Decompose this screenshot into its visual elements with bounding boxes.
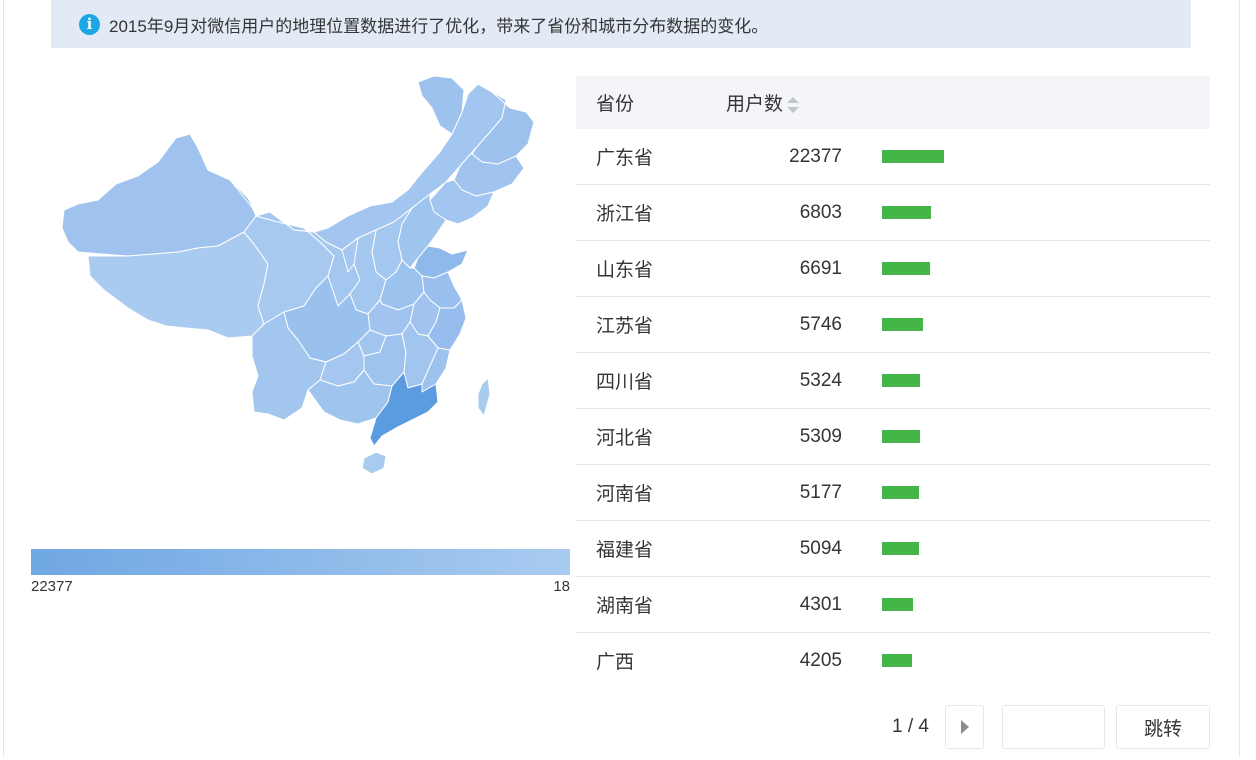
notice-text: 2015年9月对微信用户的地理位置数据进行了优化，带来了省份和城市分布数据的变化…: [109, 16, 769, 36]
table-row: 河南省 5177: [576, 464, 1210, 521]
legend-max-label: 22377: [31, 578, 73, 595]
page-info: 1 / 4: [892, 716, 929, 737]
table-row: 广东省 22377: [576, 129, 1210, 185]
cell-users: 4301: [726, 576, 842, 633]
table-row: 湖南省 4301: [576, 576, 1210, 633]
cell-users: 6803: [726, 184, 842, 241]
user-share-bar: [882, 262, 930, 275]
cell-users: 6691: [726, 240, 842, 297]
cell-bar: [842, 129, 1210, 185]
header-province: 省份: [576, 76, 726, 129]
sort-icon[interactable]: [787, 96, 800, 113]
table-row: 浙江省 6803: [576, 184, 1210, 241]
cell-province: 四川省: [576, 352, 726, 409]
table-row: 河北省 5309: [576, 408, 1210, 465]
cell-bar: [842, 408, 1210, 465]
province-user-table: 省份 用户数 广东省 22377 浙江省 6803 山东省 6691 江苏省 5746 四川省 5…: [576, 76, 1210, 688]
cell-users: 5094: [726, 520, 842, 577]
next-page-button[interactable]: [945, 705, 984, 749]
cell-province: 湖南省: [576, 576, 726, 633]
triangle-right-icon: [960, 720, 969, 734]
legend-min-label: 18: [553, 578, 570, 595]
cell-province: 广西: [596, 652, 635, 673]
user-share-bar: [882, 486, 919, 499]
user-share-bar: [882, 150, 944, 163]
cell-users: 4205: [799, 649, 842, 671]
page-jump-input[interactable]: [1002, 705, 1105, 749]
user-share-bar: [882, 206, 931, 219]
user-share-bar: [882, 654, 912, 667]
map-region-hainan[interactable]: [361, 451, 387, 475]
table-header-row: 省份 用户数: [576, 76, 1210, 129]
cell-bar: [842, 240, 1210, 297]
user-share-bar: [882, 318, 923, 331]
cell-province: 浙江省: [576, 184, 726, 241]
header-bar-column: [842, 76, 1210, 129]
table-row: 四川省 5324: [576, 352, 1210, 409]
cell-province: 山东省: [576, 240, 726, 297]
table-row: 江苏省 5746: [576, 296, 1210, 353]
cell-bar: [842, 633, 1210, 689]
cell-bar: [842, 184, 1210, 241]
cell-users: 5746: [726, 296, 842, 353]
cell-users: 5177: [726, 464, 842, 521]
cell-users: 5324: [726, 352, 842, 409]
table-row: 广西 4205: [576, 633, 1210, 689]
cell-users: 22377: [726, 129, 842, 185]
cell-bar: [842, 464, 1210, 521]
cell-province: 河南省: [576, 464, 726, 521]
info-icon: i: [79, 13, 100, 35]
cell-bar: [842, 352, 1210, 409]
cell-province: 福建省: [576, 520, 726, 577]
user-share-bar: [882, 598, 913, 611]
legend-gradient-bar: [31, 549, 570, 575]
map-region-xinjiang[interactable]: [61, 133, 257, 257]
user-share-bar: [882, 374, 920, 387]
table-row: 福建省 5094: [576, 520, 1210, 577]
jump-button[interactable]: 跳转: [1116, 705, 1210, 749]
cell-bar: [842, 576, 1210, 633]
user-share-bar: [882, 430, 920, 443]
cell-province: 河北省: [576, 408, 726, 465]
map-region-taiwan[interactable]: [477, 377, 491, 417]
table-row: 山东省 6691: [576, 240, 1210, 297]
cell-bar: [842, 296, 1210, 353]
cell-users: 5309: [726, 408, 842, 465]
china-province-map: [61, 75, 535, 475]
cell-bar: [842, 520, 1210, 577]
cell-province: 广东省: [576, 129, 726, 185]
info-notice: i 2015年9月对微信用户的地理位置数据进行了优化，带来了省份和城市分布数据的…: [51, 0, 1191, 48]
header-users[interactable]: 用户数: [726, 76, 842, 129]
cell-province: 江苏省: [576, 296, 726, 353]
user-share-bar: [882, 542, 919, 555]
